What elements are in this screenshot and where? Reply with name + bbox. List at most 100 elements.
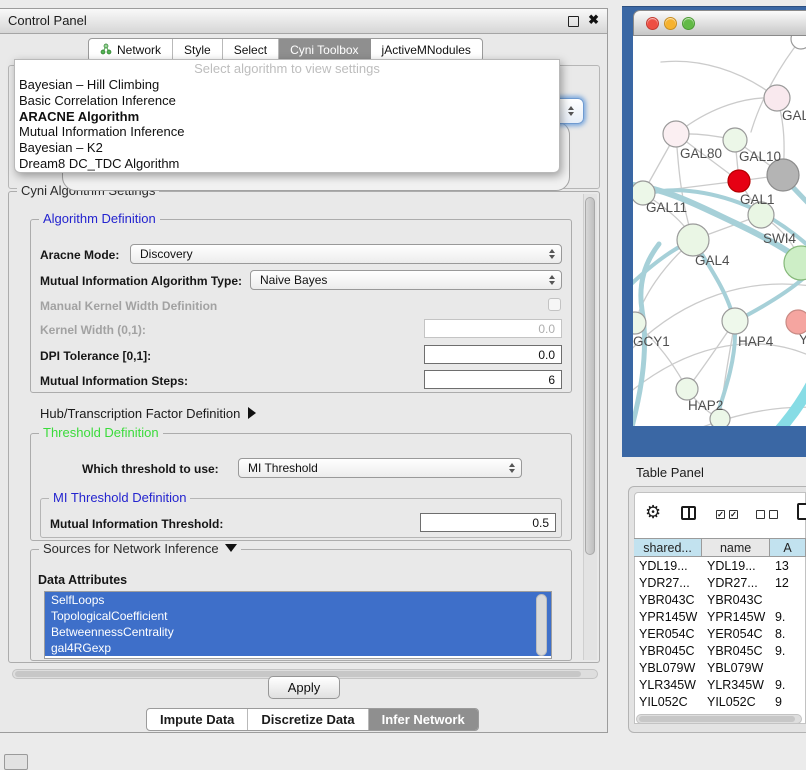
mi-steps-label: Mutual Information Steps: <box>40 374 188 388</box>
apply-button[interactable]: Apply <box>268 676 340 699</box>
table-row[interactable]: YBL079WYBL079W <box>634 659 806 676</box>
attributes-scrollbar[interactable] <box>536 594 547 656</box>
table-cell: 13 <box>770 559 806 573</box>
control-panel-titlebar[interactable]: Control Panel ✖ <box>0 9 607 34</box>
aracne-mode-combo[interactable]: Discovery <box>130 244 562 264</box>
table-row[interactable]: YER054CYER054C8. <box>634 625 806 642</box>
tab-network[interactable]: Network <box>89 39 173 61</box>
network-window-titlebar[interactable] <box>633 10 806 36</box>
dpi-tolerance-value: 0.0 <box>538 348 555 362</box>
table-row[interactable]: YBR043CYBR043C <box>634 591 806 608</box>
table-header-row: shared...nameA <box>634 538 806 557</box>
node-label: HAP4 <box>738 334 774 349</box>
network-node[interactable] <box>663 121 689 147</box>
float-window-icon[interactable] <box>568 16 579 27</box>
network-node[interactable] <box>677 224 709 256</box>
table-cell: YBR043C <box>702 593 770 607</box>
tab-cyni-toolbox[interactable]: Cyni Toolbox <box>279 39 370 61</box>
zoom-traffic-light-icon[interactable] <box>682 17 695 30</box>
sources-group-title[interactable]: Sources for Network Inference <box>39 541 241 556</box>
network-node[interactable] <box>786 310 806 334</box>
algorithm-dropdown[interactable]: Select algorithm to view settings Bayesi… <box>14 59 560 173</box>
table-panel-title: Table Panel <box>636 465 704 480</box>
table-cell: 9 <box>770 695 806 709</box>
tab-select[interactable]: Select <box>223 39 279 61</box>
tab-infer-network[interactable]: Infer Network <box>369 709 478 730</box>
network-graph: GALGAL80GAL10GAL11GAL1SWI4GAL4GCY1HAP4YH… <box>633 36 806 426</box>
tab-style[interactable]: Style <box>173 39 223 61</box>
network-node[interactable] <box>676 378 698 400</box>
table-cell: YER054C <box>702 627 770 641</box>
tab-discretize-data[interactable]: Discretize Data <box>248 709 368 730</box>
table-cell: YLR345W <box>702 678 770 692</box>
deselect-all-checkboxes-icon[interactable] <box>756 510 778 519</box>
table-row[interactable]: YDR27...YDR27...12 <box>634 574 806 591</box>
attribute-item[interactable]: gal4RGexp <box>45 640 551 656</box>
table-cell: YBL079W <box>702 661 770 675</box>
columns-icon[interactable] <box>681 506 696 520</box>
table-row[interactable]: YBR045CYBR045C9. <box>634 642 806 659</box>
select-all-checkboxes-icon[interactable]: ✓✓ <box>716 510 738 519</box>
table-horizontal-scrollbar[interactable] <box>636 714 802 724</box>
manual-kernel-checkbox[interactable] <box>548 298 561 311</box>
algorithm-option[interactable]: Bayesian – K2 <box>15 140 559 156</box>
dpi-tolerance-input[interactable]: 0.0 <box>424 345 562 364</box>
dock-panel-icon[interactable] <box>4 754 28 770</box>
kernel-width-value: 0.0 <box>538 322 555 336</box>
mi-steps-value: 6 <box>548 373 555 387</box>
mi-type-combo[interactable]: Naive Bayes <box>250 270 562 290</box>
column-header[interactable]: shared... <box>634 539 702 556</box>
hub-section-toggle[interactable]: Hub/Transcription Factor Definition <box>40 406 256 421</box>
table-hscrollbar-thumb[interactable] <box>639 716 795 722</box>
column-header[interactable]: A <box>770 539 806 556</box>
attribute-item[interactable]: BetweennessCentrality <box>45 624 551 640</box>
settings-scrollbar-thumb[interactable] <box>585 197 595 555</box>
network-node[interactable] <box>728 170 750 192</box>
which-threshold-combo[interactable]: MI Threshold <box>238 458 522 478</box>
screen: Control Panel ✖ Network Style Se <box>0 0 806 762</box>
dropdown-prompt: Select algorithm to view settings <box>15 60 559 77</box>
algorithm-option[interactable]: ARACNE Algorithm <box>15 109 559 125</box>
table-row[interactable]: YPR145WYPR145W9. <box>634 608 806 625</box>
node-table: shared...nameA YDL19...YDL19...13YDR27..… <box>634 538 806 710</box>
tab-label: Impute Data <box>160 712 234 727</box>
network-canvas[interactable]: GALGAL80GAL10GAL11GAL1SWI4GAL4GCY1HAP4YH… <box>633 36 806 426</box>
mi-type-label: Mutual Information Algorithm Type: <box>40 274 242 288</box>
kernel-width-input[interactable]: 0.0 <box>424 319 562 338</box>
algorithm-option[interactable]: Dream8 DC_TDC Algorithm <box>15 156 559 172</box>
algorithm-definition-title: Algorithm Definition <box>39 211 160 226</box>
node-label: SWI4 <box>763 231 796 246</box>
algorithm-option[interactable]: Mutual Information Inference <box>15 124 559 140</box>
mi-threshold-input[interactable]: 0.5 <box>420 513 556 532</box>
table-row[interactable]: YIL052CYIL052C9 <box>634 693 806 710</box>
settings-scrollbar[interactable] <box>583 194 597 660</box>
table-row[interactable]: YDL19...YDL19...13 <box>634 557 806 574</box>
algorithm-option[interactable]: Basic Correlation Inference <box>15 93 559 109</box>
attribute-item[interactable]: SelfLoops <box>45 592 551 608</box>
network-edge[interactable] <box>745 379 806 426</box>
table-cell: YBR043C <box>634 593 702 607</box>
close-traffic-light-icon[interactable] <box>646 17 659 30</box>
close-icon[interactable]: ✖ <box>588 12 599 28</box>
table-cell: YDR27... <box>634 576 702 590</box>
table-row[interactable]: YLR345WYLR345W9. <box>634 676 806 693</box>
gear-icon[interactable]: ⚙ <box>645 503 661 521</box>
network-node[interactable] <box>791 36 806 49</box>
data-attributes-label: Data Attributes <box>38 573 127 587</box>
network-edge[interactable] <box>661 61 777 98</box>
tab-jactivemnodules[interactable]: jActiveMNodules <box>371 39 482 61</box>
document-icon[interactable] <box>797 503 806 520</box>
mi-steps-input[interactable]: 6 <box>424 370 562 389</box>
minimize-traffic-light-icon[interactable] <box>664 17 677 30</box>
table-cell: YDL19... <box>634 559 702 573</box>
control-panel-title: Control Panel <box>8 13 87 28</box>
network-edge[interactable] <box>633 344 806 398</box>
table-cell: YPR145W <box>634 610 702 624</box>
network-node[interactable] <box>722 308 748 334</box>
column-header[interactable]: name <box>702 539 770 556</box>
data-attributes-list[interactable]: SelfLoopsTopologicalCoefficientBetweenne… <box>44 591 552 659</box>
attribute-item[interactable]: TopologicalCoefficient <box>45 608 551 624</box>
table-cell: 9. <box>770 610 806 624</box>
tab-impute-data[interactable]: Impute Data <box>147 709 248 730</box>
algorithm-option[interactable]: Bayesian – Hill Climbing <box>15 77 559 93</box>
